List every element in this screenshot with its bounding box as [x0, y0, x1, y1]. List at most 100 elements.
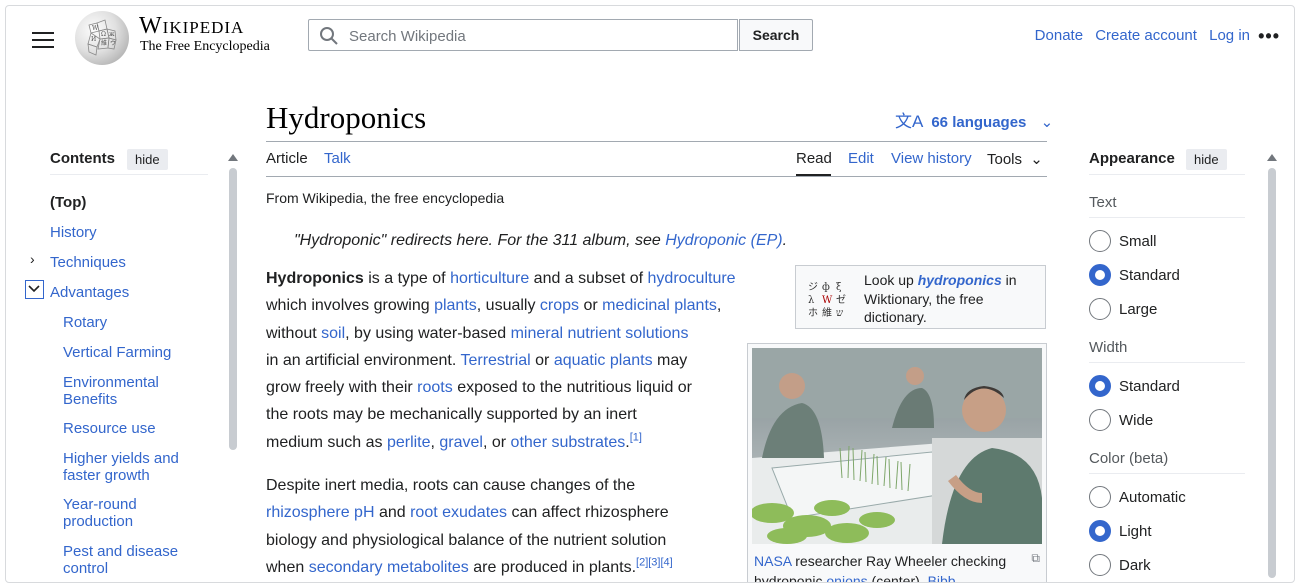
onions-link[interactable]: onions	[826, 573, 867, 582]
root-exudates-link[interactable]: root exudates	[410, 504, 507, 521]
other-substrates-link[interactable]: other substrates	[511, 434, 626, 451]
toc-item-year-round[interactable]: Year-round production	[63, 496, 173, 530]
rhizosphere-ph-link[interactable]: rhizosphere pH	[266, 504, 375, 521]
table-of-contents: Contents hide (Top) History › Techniques…	[6, 144, 238, 582]
tools-menu[interactable]: Tools ⌄	[987, 150, 1043, 168]
radio-label: Wide	[1119, 412, 1154, 429]
horticulture-link[interactable]: horticulture	[450, 270, 529, 287]
svg-text:ウ: ウ	[110, 39, 116, 47]
svg-text:ゼ: ゼ	[836, 294, 846, 306]
bibb-link[interactable]: Bibb	[928, 573, 956, 582]
secondary-metabolites-link[interactable]: secondary metabolites	[309, 559, 469, 576]
divider	[1089, 473, 1245, 474]
radio-text-small[interactable]	[1089, 230, 1111, 252]
svg-text:維: 維	[101, 39, 107, 47]
search-input[interactable]	[347, 24, 731, 48]
hydroculture-link[interactable]: hydroculture	[648, 270, 736, 287]
toc-item-rotary[interactable]: Rotary	[63, 314, 107, 331]
create-account-link[interactable]: Create account	[1095, 27, 1197, 44]
divider	[266, 141, 1047, 142]
wiktionary-hydroponics-link[interactable]: hydroponics	[918, 272, 1002, 288]
aquatic-plants-link[interactable]: aquatic plants	[554, 352, 653, 369]
svg-text:ホ: ホ	[808, 307, 818, 319]
svg-text:ф: ф	[822, 282, 830, 293]
radio-label: Large	[1119, 301, 1158, 318]
terrestrial-link[interactable]: Terrestrial	[460, 352, 530, 369]
intro-paragraph: Hydroponics is a type of horticulture an…	[266, 270, 736, 451]
toc-item-history[interactable]: History	[50, 224, 97, 241]
radio-color-light[interactable]	[1089, 520, 1111, 542]
article-figure: ⧉ NASA researcher Ray Wheeler checking h…	[747, 343, 1047, 582]
tab-article[interactable]: Article	[266, 150, 308, 167]
toc-item-pest-disease[interactable]: Pest and disease control	[63, 543, 193, 577]
radio-color-dark[interactable]	[1089, 554, 1111, 576]
divider	[1089, 174, 1245, 175]
perlite-link[interactable]: perlite	[387, 434, 431, 451]
wikipedia-wordmark[interactable]: Wikipedia	[139, 13, 244, 40]
personal-tools: Donate Create account Log in	[1027, 27, 1250, 44]
medicinal-plants-link[interactable]: medicinal plants	[602, 297, 717, 314]
crops-link[interactable]: crops	[540, 297, 579, 314]
tab-talk[interactable]: Talk	[324, 150, 351, 167]
figure-caption: NASA researcher Ray Wheeler checking hyd…	[754, 551, 1039, 582]
radio-color-automatic[interactable]	[1089, 486, 1111, 508]
wiktionary-box: ジфξ λWゼ ホ維ש Look up hydroponics in Wikti…	[795, 265, 1046, 329]
gravel-link[interactable]: gravel	[439, 434, 483, 451]
second-paragraph: Despite inert media, roots can cause cha…	[266, 477, 673, 576]
scroll-up-arrow[interactable]	[1267, 154, 1277, 161]
chevron-down-icon[interactable]	[25, 280, 44, 299]
main-menu-icon[interactable]	[32, 32, 54, 50]
appearance-hide-button[interactable]: hide	[1186, 149, 1227, 170]
toc-item-vertical-farming[interactable]: Vertical Farming	[63, 344, 171, 361]
toc-hide-button[interactable]: hide	[127, 149, 168, 170]
radio-label: Standard	[1119, 378, 1180, 395]
toc-title: Contents	[50, 150, 115, 167]
translate-icon: 文A	[895, 112, 924, 131]
page-title: Hydroponics	[266, 100, 427, 135]
chevron-down-icon: ⌄	[1040, 114, 1054, 131]
tab-view-history[interactable]: View history	[891, 150, 972, 167]
tab-read[interactable]: Read	[796, 150, 832, 167]
radio-label: Light	[1119, 523, 1152, 540]
toc-item-top[interactable]: (Top)	[50, 194, 86, 211]
donate-link[interactable]: Donate	[1035, 27, 1083, 44]
svg-text:ジ: ジ	[808, 282, 818, 293]
chevron-right-icon[interactable]: ›	[30, 251, 35, 267]
citation-1[interactable]: [1]	[630, 431, 642, 443]
citation-2-3-4[interactable]: [2][3][4]	[636, 557, 673, 569]
tab-edit[interactable]: Edit	[848, 150, 874, 167]
toc-item-techniques[interactable]: Techniques	[50, 254, 126, 271]
divider	[1089, 217, 1245, 218]
radio-width-wide[interactable]	[1089, 409, 1111, 431]
nasa-hydroponics-photo[interactable]	[752, 348, 1042, 544]
radio-width-standard[interactable]	[1089, 375, 1111, 397]
search-icon	[319, 26, 339, 51]
mineral-nutrient-solutions-link[interactable]: mineral nutrient solutions	[511, 325, 689, 342]
toc-item-resource-use[interactable]: Resource use	[63, 420, 156, 437]
soil-link[interactable]: soil	[321, 325, 345, 342]
site-sub: From Wikipedia, the free encyclopedia	[266, 190, 505, 206]
hydroponic-ep-link[interactable]: Hydroponic (EP)	[665, 232, 782, 249]
toc-item-environmental-benefits[interactable]: Environmental Benefits	[63, 374, 183, 408]
hatnote: "Hydroponic" redirects here. For the 311…	[294, 232, 788, 249]
toc-item-higher-yields[interactable]: Higher yields and faster growth	[63, 450, 188, 484]
toc-scrollbar[interactable]	[229, 168, 237, 450]
scroll-up-arrow[interactable]	[228, 154, 238, 161]
roots-link[interactable]: roots	[417, 379, 453, 396]
svg-text:И: И	[91, 36, 96, 43]
login-link[interactable]: Log in	[1209, 27, 1250, 44]
more-options-icon[interactable]: •••	[1258, 26, 1280, 47]
radio-text-large[interactable]	[1089, 298, 1111, 320]
wikipedia-globe-logo[interactable]: WΩИ ж維ウ	[75, 11, 129, 65]
text-size-label: Text	[1089, 194, 1117, 211]
search-button[interactable]: Search	[739, 19, 813, 51]
appearance-scrollbar[interactable]	[1268, 168, 1276, 578]
radio-text-standard[interactable]	[1089, 264, 1111, 286]
toc-item-advantages[interactable]: Advantages	[50, 284, 129, 301]
plants-link[interactable]: plants	[434, 297, 477, 314]
wiktionary-logo-icon: ジфξ λWゼ ホ維ש	[806, 278, 856, 320]
language-selector[interactable]: 文A 66 languages ⌄	[895, 107, 1053, 132]
svg-text:維: 維	[822, 306, 832, 319]
search-box[interactable]	[308, 19, 738, 51]
nasa-link[interactable]: NASA	[754, 553, 791, 569]
